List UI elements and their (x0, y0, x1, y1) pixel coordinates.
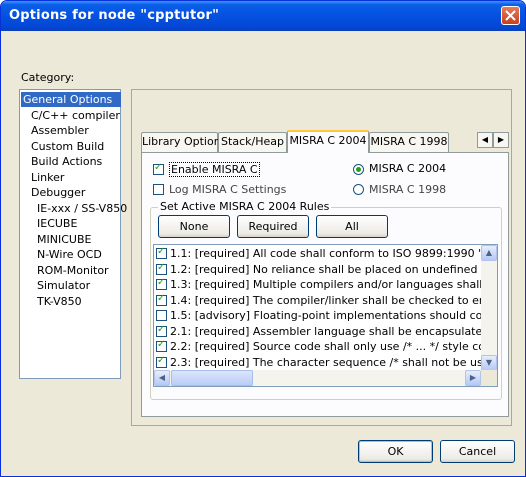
rule-item[interactable]: 2.3: [required] The character sequence /… (156, 355, 484, 371)
title-bar[interactable]: Options for node "cpptutor" (1, 1, 525, 31)
up-arrow-icon: ▲ (485, 248, 493, 257)
rule-checkbox[interactable] (156, 262, 167, 275)
rule-item[interactable]: 1.4: [required] The compiler/linker shal… (156, 293, 484, 309)
right-arrow-icon: ▶ (469, 373, 477, 382)
category-item[interactable]: Build Actions (21, 154, 104, 169)
left-arrow-icon: ◀ (158, 373, 166, 382)
rule-text: 2.2: [required] Source code shall only u… (170, 340, 484, 353)
category-item[interactable]: Assembler (21, 123, 91, 138)
right-arrow-icon: ▶ (497, 135, 505, 144)
category-item[interactable]: IE-xxx / SS-V850 (21, 201, 129, 216)
rule-text: 1.5: [advisory] Floating-point implement… (170, 309, 484, 322)
radio-misra-1998-label[interactable]: MISRA C 1998 (369, 183, 446, 196)
close-button[interactable] (501, 6, 520, 25)
category-item[interactable]: TK-V850 (21, 294, 84, 309)
rule-checkbox[interactable] (156, 355, 167, 368)
scroll-corner (481, 370, 497, 386)
rule-checkbox[interactable] (156, 246, 167, 259)
tab-misra-c-2004[interactable]: MISRA C 2004 (287, 130, 369, 153)
all-button-label: All (345, 220, 359, 233)
ok-button-label: OK (387, 445, 404, 458)
rule-item[interactable]: 1.3: [required] Multiple compilers and/o… (156, 277, 484, 293)
none-button-label: None (179, 220, 209, 233)
tab-misra-c-1998[interactable]: MISRA C 1998 (369, 132, 449, 152)
close-icon (505, 10, 516, 21)
tab-stack-heap[interactable]: Stack/Heap (218, 132, 287, 152)
cancel-button[interactable]: Cancel (440, 440, 515, 463)
window-title: Options for node "cpptutor" (9, 8, 220, 23)
enable-misra-label[interactable]: Enable MISRA C (169, 162, 260, 177)
rule-item[interactable]: 2.2: [required] Source code shall only u… (156, 339, 484, 355)
log-misra-label[interactable]: Log MISRA C Settings (169, 183, 286, 196)
rule-checkbox[interactable] (156, 310, 167, 321)
tab-scroll-left-button[interactable]: ◀ (477, 132, 493, 148)
tab-scroll-right-button[interactable]: ▶ (493, 132, 509, 148)
rule-text: 1.2: [required] No reliance shall be pla… (170, 262, 484, 276)
rule-text: 1.3: [required] Multiple compilers and/o… (170, 278, 484, 291)
tab-library-options[interactable]: Library Options (141, 132, 226, 152)
rules-vertical-scrollbar[interactable]: ▲ ▼ (481, 245, 497, 371)
scroll-right-button[interactable]: ▶ (465, 370, 481, 386)
rule-checkbox[interactable] (156, 293, 167, 306)
ok-button[interactable]: OK (358, 440, 433, 463)
rule-checkbox[interactable] (156, 339, 167, 352)
category-item[interactable]: N-Wire OCD (21, 247, 104, 262)
category-item[interactable]: ROM-Monitor (21, 263, 111, 278)
radio-misra-1998[interactable] (353, 184, 364, 195)
rule-text: 2.3: [required] The character sequence /… (170, 355, 484, 369)
scroll-up-button[interactable]: ▲ (481, 245, 497, 261)
category-list[interactable]: General Options C/C++ compiler Assembler Cu… (19, 89, 127, 379)
rule-item[interactable]: 2.1: [required] Assembler language shall… (156, 324, 484, 340)
rules-group-label: Set Active MISRA C 2004 Rules (158, 200, 332, 213)
category-item[interactable]: C/C++ compiler (21, 108, 122, 123)
rule-checkbox[interactable] (156, 324, 167, 337)
required-button[interactable]: Required (237, 215, 309, 238)
radio-misra-2004[interactable] (353, 164, 364, 175)
rule-item[interactable]: 1.1: [required] All code shall conform t… (156, 246, 484, 262)
scroll-left-button[interactable]: ◀ (154, 370, 170, 386)
scroll-down-button[interactable]: ▼ (481, 355, 497, 371)
category-item[interactable]: Debugger (21, 185, 87, 200)
options-dialog: Options for node "cpptutor" Category: Ge… (0, 0, 526, 477)
category-item[interactable]: MINICUBE (21, 232, 93, 247)
rule-text: 1.4: [required] The compiler/linker shal… (170, 293, 484, 307)
rule-text: 2.1: [required] Assembler language shall… (170, 324, 484, 338)
down-arrow-icon: ▼ (485, 358, 493, 367)
category-item[interactable]: Simulator (21, 278, 92, 293)
enable-misra-checkbox[interactable] (153, 162, 164, 175)
none-button[interactable]: None (158, 215, 230, 238)
rule-text: 1.1: [required] All code shall conform t… (170, 247, 484, 260)
radio-misra-2004-label[interactable]: MISRA C 2004 (369, 162, 446, 175)
category-item[interactable]: General Options (21, 92, 121, 107)
category-item[interactable]: IECUBE (21, 216, 79, 231)
log-misra-checkbox[interactable] (153, 184, 164, 195)
category-item[interactable]: Linker (21, 170, 66, 185)
cancel-button-label: Cancel (458, 445, 497, 458)
category-item[interactable]: Custom Build (21, 139, 106, 154)
all-button[interactable]: All (316, 215, 388, 238)
rule-item[interactable]: 1.5: [advisory] Floating-point implement… (156, 308, 484, 324)
left-arrow-icon: ◀ (481, 135, 489, 144)
rule-item[interactable]: 1.2: [required] No reliance shall be pla… (156, 262, 484, 278)
category-label: Category: (21, 71, 75, 84)
horizontal-scroll-thumb[interactable] (171, 370, 253, 386)
rules-horizontal-scrollbar[interactable]: ◀ ▶ (154, 370, 481, 386)
rule-checkbox[interactable] (156, 277, 167, 290)
required-button-label: Required (248, 220, 298, 233)
rules-list[interactable]: 1.1: [required] All code shall conform t… (153, 244, 498, 387)
